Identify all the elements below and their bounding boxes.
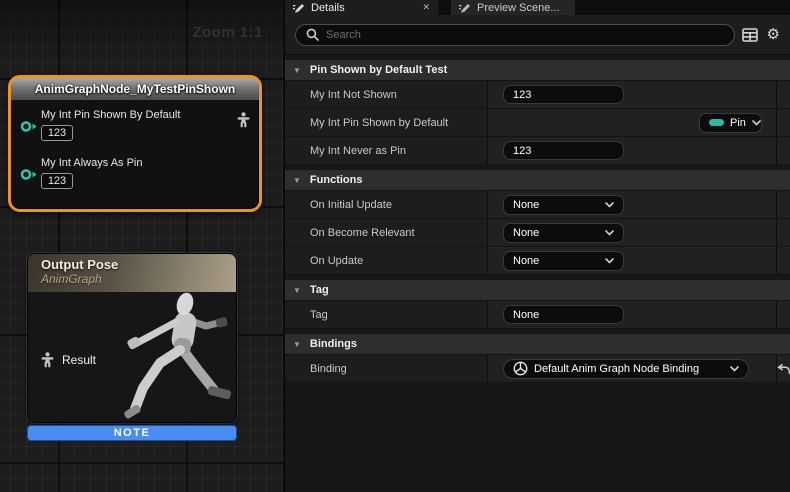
- property-label: On Become Relevant: [285, 219, 488, 246]
- search-icon: [306, 28, 319, 41]
- reset-rail: [777, 301, 790, 328]
- section-header[interactable]: ▼ Tag: [285, 280, 790, 301]
- reset-rail: [777, 219, 790, 246]
- section-header[interactable]: ▼ Pin Shown by Default Test: [285, 60, 790, 81]
- section-tag: ▼ Tag Tag: [285, 280, 790, 329]
- node-output-pose[interactable]: Output Pose AnimGraph: [27, 253, 237, 423]
- reset-rail: [777, 81, 790, 108]
- property-label: My Int Pin Shown by Default: [285, 109, 488, 136]
- pin-state-icon: [709, 119, 724, 126]
- tag-input[interactable]: [503, 305, 624, 324]
- reset-rail: [777, 247, 790, 274]
- caret-down-icon[interactable]: ▼: [293, 340, 301, 349]
- pin-label: My Int Pin Shown By Default: [41, 109, 180, 121]
- reset-rail: [777, 355, 790, 382]
- section-title: Tag: [310, 284, 329, 296]
- row-tag: Tag: [285, 301, 790, 329]
- caret-down-icon[interactable]: ▼: [293, 176, 301, 185]
- property-label: On Update: [285, 247, 488, 274]
- dropdown-value: None: [513, 255, 539, 267]
- on-update-dropdown[interactable]: None: [503, 251, 624, 271]
- search-row: ⚙: [285, 15, 790, 55]
- pin-visibility-dropdown[interactable]: Pin: [699, 113, 762, 133]
- binding-icon: [513, 361, 528, 376]
- row-on-initial-update: On Initial Update None: [285, 191, 790, 219]
- reset-rail: [777, 137, 790, 164]
- reset-rail: [777, 191, 790, 218]
- row-binding: Binding Default Anim Graph Node Binding: [285, 355, 790, 383]
- node-animgraphnode-mytestpinshown[interactable]: AnimGraphNode_MyTestPinShown My Int Pin …: [8, 75, 262, 212]
- pose-result-pin-icon[interactable]: [40, 352, 55, 368]
- node-subtitle: AnimGraph: [41, 272, 236, 286]
- property-label: Binding: [285, 355, 488, 382]
- property-label: Tag: [285, 301, 488, 328]
- chevron-down-icon: [730, 366, 739, 372]
- section-header[interactable]: ▼ Functions: [285, 170, 790, 191]
- row-my-int-pin-shown-by-default: My Int Pin Shown by Default Pin: [285, 109, 790, 137]
- node-title[interactable]: AnimGraphNode_MyTestPinShown: [11, 78, 259, 100]
- tab-label: Preview Scene...: [477, 2, 560, 14]
- row-my-int-not-shown: My Int Not Shown: [285, 81, 790, 109]
- section-functions: ▼ Functions On Initial Update None On Be…: [285, 170, 790, 275]
- settings-gear-icon[interactable]: ⚙: [767, 27, 780, 42]
- caret-down-icon[interactable]: ▼: [293, 286, 301, 295]
- display-filters-icon[interactable]: [742, 28, 758, 42]
- section-title: Functions: [310, 174, 363, 186]
- section-title: Bindings: [310, 338, 357, 350]
- chevron-down-icon: [752, 120, 761, 126]
- node-body: Result: [28, 292, 236, 423]
- details-panel: Details ✕ Preview Scene...: [285, 0, 790, 492]
- node-title: Output Pose: [41, 257, 236, 272]
- pin-default-value[interactable]: 123: [41, 173, 73, 189]
- pin-default-value[interactable]: 123: [41, 125, 73, 141]
- on-initial-update-dropdown[interactable]: None: [503, 195, 624, 215]
- reset-rail: [777, 109, 790, 136]
- section-title: Pin Shown by Default Test: [310, 64, 447, 76]
- dropdown-value: None: [513, 227, 539, 239]
- dropdown-value: None: [513, 199, 539, 211]
- int-data-pin-icon[interactable]: [20, 120, 37, 138]
- zoom-level-label: Zoom 1:1: [192, 24, 263, 41]
- node-header[interactable]: Output Pose AnimGraph: [28, 254, 236, 292]
- pose-output-pin-icon[interactable]: [236, 112, 251, 133]
- anim-graph-canvas[interactable]: Zoom 1:1 AnimGraphNode_MyTestPinShown My…: [0, 0, 283, 492]
- my-int-never-as-pin-input[interactable]: [503, 141, 624, 160]
- my-int-not-shown-input[interactable]: [503, 85, 624, 104]
- row-my-int-never-as-pin: My Int Never as Pin: [285, 137, 790, 165]
- search-box[interactable]: [295, 24, 735, 46]
- caret-down-icon[interactable]: ▼: [293, 66, 301, 75]
- row-on-become-relevant: On Become Relevant None: [285, 219, 790, 247]
- tab-preview-scene[interactable]: Preview Scene...: [451, 0, 575, 15]
- revert-icon[interactable]: [777, 364, 790, 374]
- chevron-down-icon: [605, 202, 614, 208]
- pin-dropdown-value: Pin: [730, 117, 746, 129]
- close-icon[interactable]: ✕: [422, 3, 430, 12]
- section-pin-shown-by-default-test: ▼ Pin Shown by Default Test My Int Not S…: [285, 60, 790, 165]
- section-bindings: ▼ Bindings Binding Default Anim Graph No…: [285, 334, 790, 383]
- note-bubble[interactable]: NOTE: [27, 425, 237, 441]
- pin-label: My Int Always As Pin: [41, 157, 142, 169]
- property-label: My Int Not Shown: [285, 81, 488, 108]
- details-tab-icon: [293, 2, 305, 13]
- chevron-down-icon: [605, 230, 614, 236]
- result-pin-label: Result: [62, 353, 96, 367]
- binding-value: Default Anim Graph Node Binding: [534, 363, 699, 375]
- search-input[interactable]: [326, 29, 724, 41]
- property-label: On Initial Update: [285, 191, 488, 218]
- preview-scene-tab-icon: [459, 2, 471, 13]
- tab-bar: Details ✕ Preview Scene...: [285, 0, 790, 15]
- tab-label: Details: [311, 2, 345, 14]
- binding-dropdown[interactable]: Default Anim Graph Node Binding: [503, 359, 749, 379]
- unreal-editor-window: Zoom 1:1 AnimGraphNode_MyTestPinShown My…: [0, 0, 790, 492]
- chevron-down-icon: [605, 258, 614, 264]
- on-become-relevant-dropdown[interactable]: None: [503, 223, 624, 243]
- row-on-update: On Update None: [285, 247, 790, 275]
- int-data-pin-icon[interactable]: [20, 168, 37, 186]
- property-label: My Int Never as Pin: [285, 137, 488, 164]
- tab-details[interactable]: Details ✕: [285, 0, 438, 15]
- section-header[interactable]: ▼ Bindings: [285, 334, 790, 355]
